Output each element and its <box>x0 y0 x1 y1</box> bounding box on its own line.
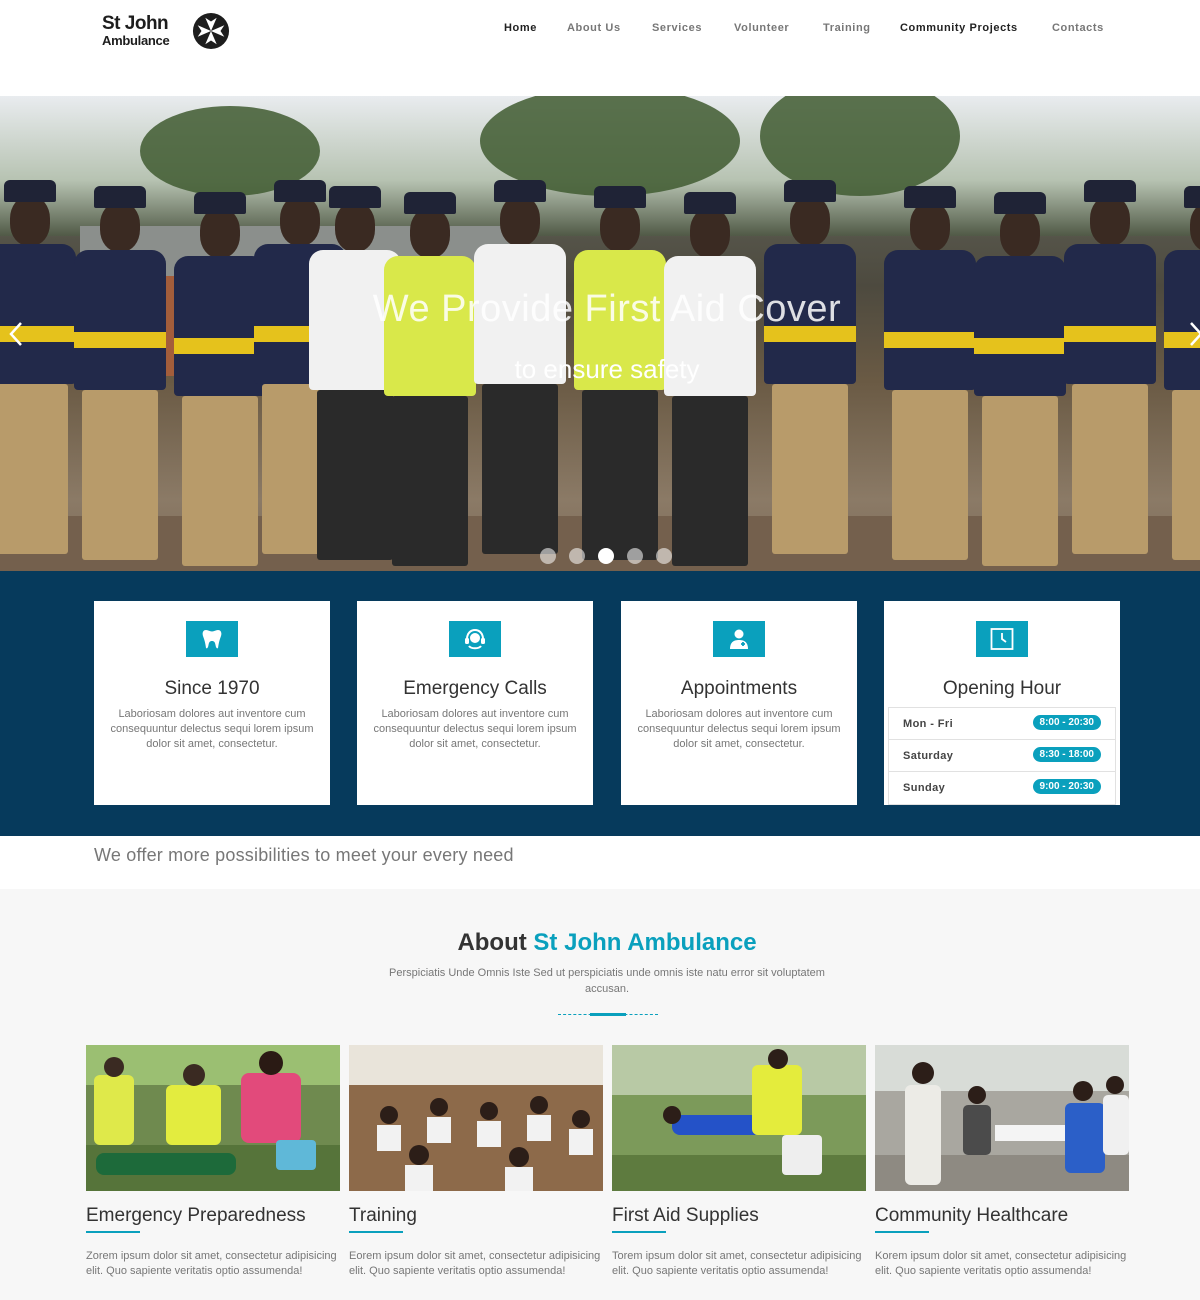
card-underline <box>612 1231 666 1233</box>
maltese-cross-icon <box>192 12 230 50</box>
about-divider <box>558 1013 658 1016</box>
nav-home[interactable]: Home <box>504 22 537 34</box>
site-header: St John Ambulance Home About Us Services… <box>0 0 1200 96</box>
tagline: We offer more possibilities to meet your… <box>94 845 514 865</box>
feature-title: Since 1970 <box>164 678 260 699</box>
feature-icon-box <box>713 621 765 657</box>
hours-badge: 8:30 - 18:00 <box>1032 747 1101 762</box>
slider-dot-5[interactable] <box>656 548 672 564</box>
slider-dots <box>540 548 680 564</box>
feature-title: Appointments <box>680 678 798 699</box>
card-text: Zorem ipsum dolor sit amet, consectetur … <box>86 1250 337 1277</box>
card-title: Training <box>349 1205 417 1226</box>
feature-text: Laboriosam dolores aut inventore cum con… <box>373 708 577 750</box>
opening-hours-table: Mon - Fri 8:00 - 20:30 Saturday 8:30 - 1… <box>888 707 1116 805</box>
divider-solid <box>590 1013 626 1016</box>
hours-row: Sunday 9:00 - 20:30 <box>889 772 1115 804</box>
about-title-prefix: About <box>457 929 527 956</box>
hours-row: Mon - Fri 8:00 - 20:30 <box>889 708 1115 740</box>
about-title: About St John Ambulance <box>0 929 1200 957</box>
nav-about-us[interactable]: About Us <box>567 22 621 34</box>
photo-first-aid-training <box>86 1045 340 1191</box>
card-photo <box>875 1045 1129 1191</box>
card-text: Torem ipsum dolor sit amet, consectetur … <box>612 1250 862 1277</box>
feature-text: Laboriosam dolores aut inventore cum con… <box>637 708 841 750</box>
hours-badge: 9:00 - 20:30 <box>1032 779 1101 794</box>
slider-next-button[interactable] <box>1188 321 1200 354</box>
feature-text: Laboriosam dolores aut inventore cum con… <box>110 708 314 750</box>
features-band: Since 1970 Laboriosam dolores aut invent… <box>0 571 1200 836</box>
hours-day: Sunday <box>903 782 946 794</box>
photo-field-aid <box>612 1045 866 1191</box>
doctor-icon <box>730 629 748 649</box>
slider-dot-4[interactable] <box>627 548 643 564</box>
slider-dot-3[interactable] <box>598 548 614 564</box>
feature-card-appointments: Appointments Laboriosam dolores aut inve… <box>621 601 857 805</box>
hours-day: Saturday <box>903 750 954 762</box>
feature-title: Opening Hour <box>942 678 1062 699</box>
feature-icon-box <box>976 621 1028 657</box>
logo-text: St John Ambulance <box>102 13 170 48</box>
slider-dot-2[interactable] <box>569 548 585 564</box>
card-underline <box>875 1231 929 1233</box>
chevron-left-icon <box>9 322 22 346</box>
card-title: Emergency Preparedness <box>86 1205 306 1226</box>
clock-icon <box>990 628 1014 650</box>
card-underline <box>86 1231 140 1233</box>
hero-title: We Provide First Aid Cover <box>372 288 842 330</box>
slider-dot-1[interactable] <box>540 548 556 564</box>
about-description: Perspiciatis Unde Omnis Iste Sed ut pers… <box>389 967 825 995</box>
site-logo[interactable]: St John Ambulance <box>102 12 242 54</box>
feature-icon-box <box>186 621 238 657</box>
nav-training[interactable]: Training <box>823 22 871 34</box>
hours-badge: 8:00 - 20:30 <box>1032 715 1101 730</box>
tooth-icon <box>202 630 222 649</box>
nav-volunteer[interactable]: Volunteer <box>734 22 789 34</box>
feature-card-emergency: Emergency Calls Laboriosam dolores aut i… <box>357 601 593 805</box>
feature-title: Emergency Calls <box>403 678 547 699</box>
nav-contacts[interactable]: Contacts <box>1052 22 1104 34</box>
hero-subtitle: to ensure safety <box>514 354 700 384</box>
card-title: Community Healthcare <box>875 1205 1069 1226</box>
card-photo <box>349 1045 603 1191</box>
card-text: Korem ipsum dolor sit amet, consectetur … <box>875 1250 1127 1277</box>
feature-icon-box <box>449 621 501 657</box>
chevron-right-icon <box>1190 322 1200 346</box>
about-title-highlight: St John Ambulance <box>533 929 757 956</box>
card-title: First Aid Supplies <box>612 1205 759 1226</box>
feature-card-since: Since 1970 Laboriosam dolores aut invent… <box>94 601 330 805</box>
card-photo <box>86 1045 340 1191</box>
hours-row: Saturday 8:30 - 18:00 <box>889 740 1115 772</box>
hours-day: Mon - Fri <box>903 718 954 730</box>
card-photo <box>612 1045 866 1191</box>
logo-line2: Ambulance <box>102 33 170 48</box>
headset-icon <box>465 628 485 650</box>
hero-slider: We Provide First Aid Cover to ensure saf… <box>0 96 1200 571</box>
photo-health-outreach <box>875 1045 1129 1191</box>
nav-community-projects[interactable]: Community Projects <box>900 22 1018 34</box>
card-text: Eorem ipsum dolor sit amet, consectetur … <box>349 1250 601 1277</box>
nav-services[interactable]: Services <box>652 22 702 34</box>
card-underline <box>349 1231 403 1233</box>
photo-classroom <box>349 1045 603 1191</box>
feature-card-opening-hours: Opening Hour Mon - Fri 8:00 - 20:30 Satu… <box>884 601 1120 805</box>
main-nav: Home About Us Services Volunteer Trainin… <box>490 22 1130 38</box>
slider-prev-button[interactable] <box>8 321 24 354</box>
logo-line1: St John <box>102 13 169 34</box>
about-section: About St John Ambulance Perspiciatis Und… <box>0 889 1200 1300</box>
